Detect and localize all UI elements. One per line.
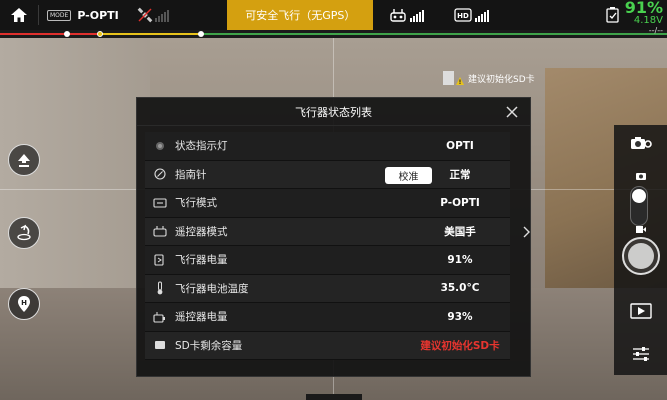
separator — [38, 5, 39, 25]
bottom-handle[interactable] — [306, 394, 362, 400]
status-row-sd-card: SD卡剩余容量 建议初始化SD卡 — [145, 331, 510, 360]
dialog-title: 飞行器状态列表 — [295, 105, 372, 119]
toggle-knob — [632, 189, 646, 203]
status-row-indicator-light: 状态指示灯 OPTI — [145, 132, 510, 161]
strip-marker — [198, 31, 204, 37]
remote-controller-icon — [153, 226, 167, 237]
status-row-flight-mode: 飞行模式 P-OPTI — [145, 189, 510, 218]
rc-signal[interactable] — [389, 7, 425, 23]
sliders-icon — [632, 347, 649, 361]
battery-voltage: 4.18V — [633, 15, 663, 26]
row-value: 93% — [447, 310, 473, 323]
row-label: 指南针 — [175, 168, 207, 181]
battery-settings-icon — [606, 7, 619, 23]
battery-time: --/-- — [648, 26, 663, 35]
home-point-button[interactable]: H — [8, 288, 40, 320]
row-value: OPTI — [446, 139, 474, 152]
svg-text:HD: HD — [457, 12, 469, 20]
thermometer-icon — [157, 281, 163, 295]
rc-battery-icon — [153, 311, 165, 323]
calibrate-button[interactable]: 校准 — [385, 166, 432, 184]
battery-status[interactable]: 91% 4.18V --/-- — [605, 0, 663, 38]
aircraft-status-dialog: 飞行器状态列表 状态指示灯 OPTI 指南针 正常 校准 飞行模式 P-OPTI… — [136, 97, 531, 377]
flight-mode-icon — [153, 198, 167, 208]
hd-bars — [475, 8, 490, 22]
return-home-icon — [17, 224, 31, 241]
video-mode-indicator — [614, 225, 667, 234]
sd-warning-icon — [443, 71, 464, 85]
svg-text:H: H — [21, 299, 27, 307]
gps-bars — [155, 8, 170, 22]
return-home-button[interactable] — [8, 217, 40, 249]
hd-video-icon: HD — [454, 8, 472, 22]
shutter-button[interactable] — [622, 237, 660, 275]
status-row-rc-mode[interactable]: 遥控器模式 美国手 — [145, 217, 530, 246]
takeoff-icon — [18, 154, 30, 167]
home-icon — [11, 8, 27, 22]
sd-card-icon — [155, 341, 165, 350]
row-value: 91% — [447, 253, 473, 266]
strip-marker — [64, 31, 70, 37]
row-label: 飞行器电量 — [175, 254, 228, 267]
row-label: 飞行模式 — [175, 197, 217, 210]
compass-icon — [154, 168, 166, 180]
playback-icon — [629, 303, 652, 319]
row-label: 状态指示灯 — [175, 140, 228, 153]
flight-mode-label[interactable]: P-OPTI — [77, 9, 127, 22]
row-value: 美国手 — [444, 225, 476, 238]
camera-params-button[interactable] — [614, 345, 667, 363]
sd-card-notice[interactable]: 建议初始化SD卡 — [442, 70, 535, 86]
status-light-icon — [156, 141, 164, 150]
video-camera-icon — [635, 226, 646, 233]
dialog-header: 飞行器状态列表 — [137, 98, 530, 126]
photo-video-toggle[interactable] — [630, 186, 648, 226]
flight-status-banner[interactable]: 可安全飞行（无GPS） — [227, 0, 374, 30]
battery-level-strip — [0, 30, 667, 38]
status-row-rc-battery: 遥控器电量 93% — [145, 303, 510, 332]
row-label: 遥控器模式 — [175, 225, 228, 238]
satellite-icon — [137, 7, 153, 23]
takeoff-button[interactable] — [8, 144, 40, 176]
row-value: 35.0°C — [440, 282, 480, 295]
row-value: P-OPTI — [440, 196, 480, 209]
photo-mode-indicator — [614, 171, 667, 181]
remote-controller-icon — [390, 9, 407, 22]
playback-button[interactable] — [614, 303, 667, 319]
mode-tag: MODE — [47, 9, 72, 21]
gps-signal[interactable] — [137, 7, 227, 23]
battery-percent: 91% — [624, 0, 663, 17]
aircraft-battery-icon — [154, 254, 164, 266]
map-pin-h-icon: H — [18, 296, 30, 312]
status-rows: 状态指示灯 OPTI 指南针 正常 校准 飞行模式 P-OPTI 遥控器模式 美… — [145, 132, 530, 360]
sd-notice-text: 建议初始化SD卡 — [468, 74, 535, 85]
photo-camera-icon — [635, 173, 646, 180]
top-status-bar: MODE P-OPTI 可安全飞行（无GPS） HD — [0, 0, 667, 30]
strip-marker-current — [97, 31, 103, 37]
row-label: 飞行器电池温度 — [175, 282, 249, 295]
status-row-battery-temp: 飞行器电池温度 35.0°C — [145, 274, 510, 303]
row-value: 建议初始化SD卡 — [420, 339, 500, 352]
row-label: SD卡剩余容量 — [175, 339, 243, 352]
status-row-aircraft-battery: 飞行器电量 91% — [145, 246, 510, 275]
row-label: 遥控器电量 — [175, 311, 228, 324]
close-icon[interactable] — [504, 104, 520, 120]
camera-settings-button[interactable] — [614, 135, 667, 151]
hd-signal[interactable]: HD — [454, 8, 490, 22]
home-button[interactable] — [0, 0, 38, 30]
camera-settings-icon — [630, 137, 652, 149]
status-row-compass: 指南针 正常 校准 — [145, 160, 510, 189]
rc-bars — [410, 8, 425, 22]
chevron-right-icon[interactable] — [522, 226, 530, 238]
